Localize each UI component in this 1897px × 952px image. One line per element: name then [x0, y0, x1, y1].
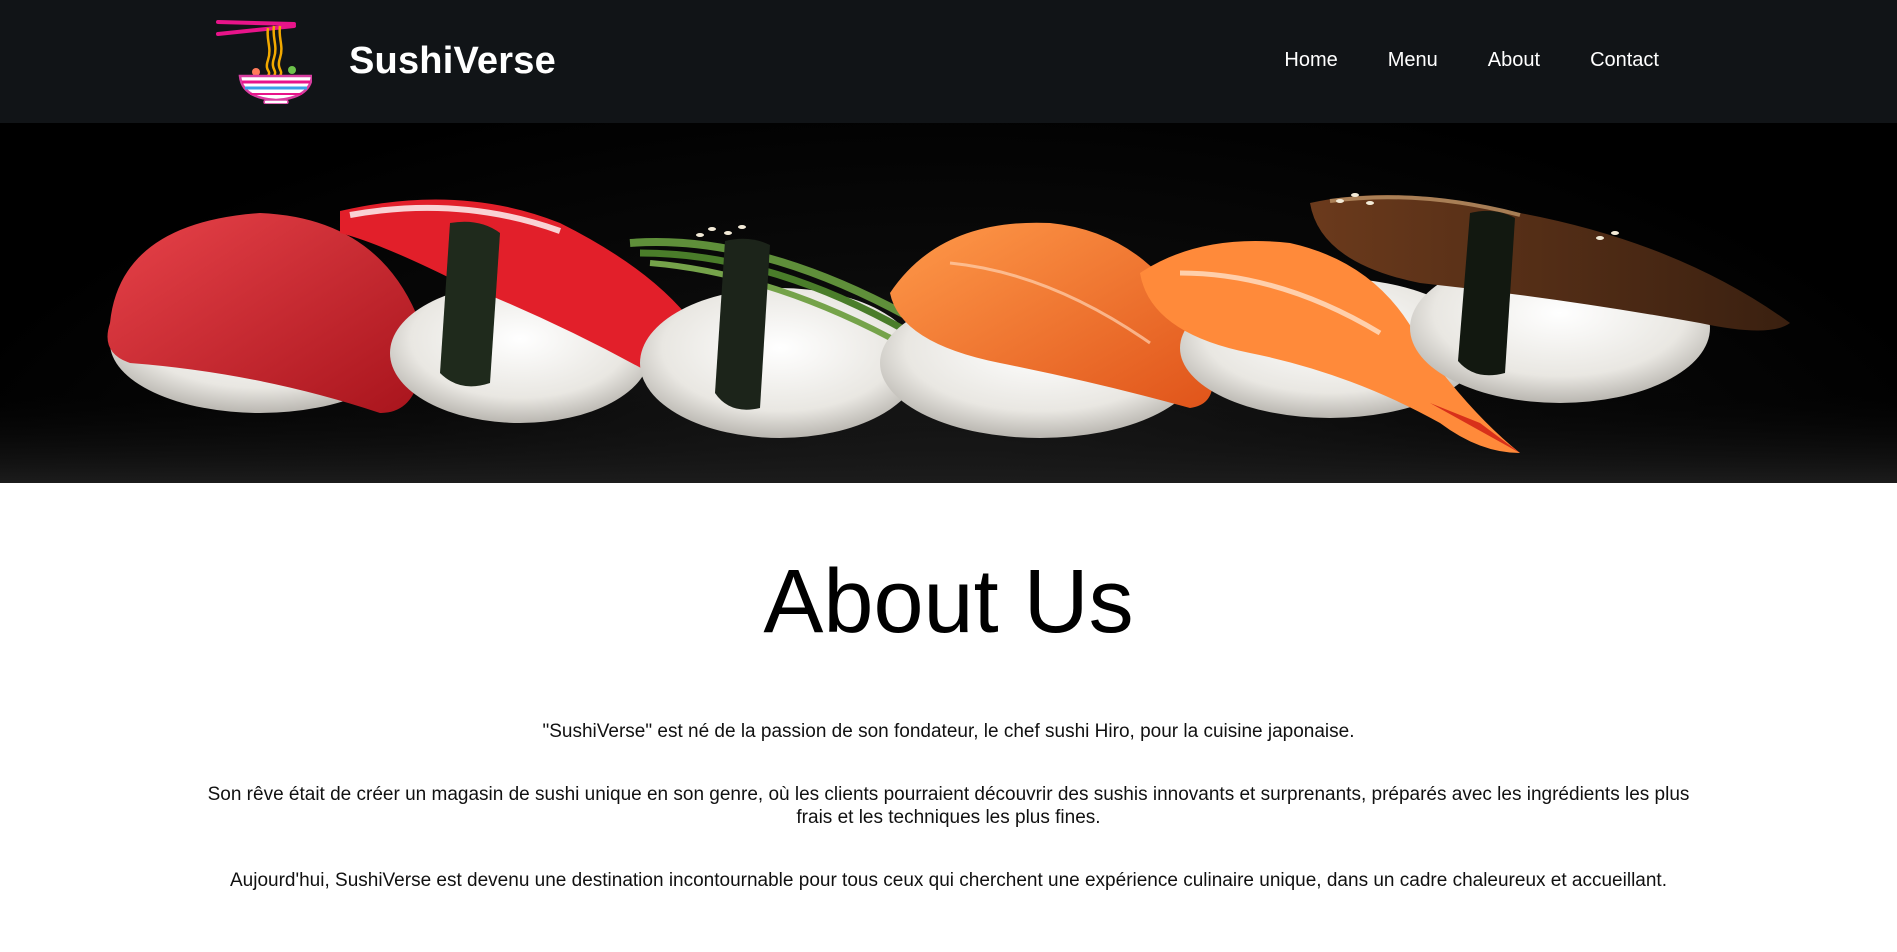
about-paragraph-2: Son rêve était de créer un magasin de su… [207, 784, 1690, 828]
nav-contact-link[interactable]: Contact [1590, 47, 1659, 73]
site-header: SushiVerse Home Menu About Contact [0, 0, 1897, 123]
main-nav: Home Menu About Contact [1284, 47, 1659, 73]
brand-name: SushiVerse [349, 39, 556, 82]
about-paragraph-1: "SushiVerse" est né de la passion de son… [542, 721, 1355, 742]
nav-menu-link[interactable]: Menu [1388, 47, 1438, 73]
ramen-bowl-chopsticks-icon [216, 20, 312, 104]
nav-home-link[interactable]: Home [1284, 47, 1337, 73]
nav-about-link[interactable]: About [1488, 47, 1540, 73]
sushi-row-illustration [0, 193, 1897, 483]
hero-banner-image [0, 123, 1897, 483]
brand[interactable]: SushiVerse [212, 18, 556, 104]
about-paragraph-3: Aujourd'hui, SushiVerse est devenu une d… [230, 870, 1667, 891]
page-title: About Us [763, 552, 1134, 652]
